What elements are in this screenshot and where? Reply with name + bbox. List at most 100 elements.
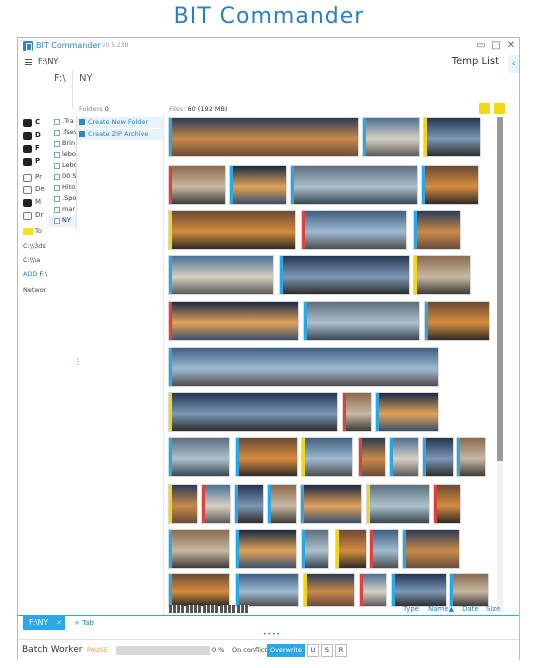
scrollbar-thumb[interactable] (497, 117, 503, 461)
list-item[interactable]: NY (49, 216, 76, 227)
photo-thumbnail[interactable] (375, 392, 439, 432)
sort-size[interactable]: Size (486, 605, 500, 613)
photo-thumbnail[interactable] (389, 437, 419, 477)
photo-thumbnail[interactable] (423, 117, 481, 157)
gallery-scrollbar[interactable] (497, 117, 503, 609)
list-item[interactable]: mar (49, 205, 76, 216)
add-tab-button[interactable]: + Tab (74, 619, 94, 627)
photo-thumbnail[interactable] (424, 301, 490, 341)
beta-label[interactable]: To (35, 227, 42, 235)
photo-thumbnail[interactable] (362, 117, 420, 157)
title-bar[interactable]: BIT Commander v0.5.238 ▭ □ ✕ (18, 38, 519, 55)
photo-thumbnail[interactable] (358, 437, 386, 477)
view-thumbs-icon[interactable] (220, 605, 235, 613)
photo-thumbnail[interactable] (168, 301, 299, 341)
pause-button[interactable]: PAUSE (87, 646, 108, 654)
photo-thumbnail[interactable] (168, 255, 274, 295)
view-gallery-icon[interactable] (237, 605, 249, 613)
temp-list-label[interactable]: Temp List (452, 56, 499, 67)
list-item[interactable]: .Tra (49, 117, 76, 128)
create-zip-button[interactable]: Create ZIP Archive (77, 129, 163, 140)
photo-thumbnail[interactable] (234, 484, 264, 524)
recent-path[interactable]: C:\\\a (23, 256, 40, 264)
network-label[interactable]: Networ (23, 286, 46, 294)
photo-thumbnail[interactable] (235, 437, 298, 477)
list-item[interactable]: .Spo (49, 194, 76, 205)
photo-thumbnail[interactable] (433, 484, 461, 524)
conflict-r-button[interactable]: R (335, 644, 347, 657)
list-item[interactable]: Brin (49, 139, 76, 150)
breadcrumb-drive[interactable]: F:\ (54, 73, 66, 84)
photo-thumbnail[interactable] (300, 484, 362, 524)
drive-label: Dr (35, 211, 44, 219)
breadcrumb-folder[interactable]: NY (79, 73, 93, 84)
collapse-right-icon[interactable]: ‹ (508, 55, 519, 73)
photo-thumbnail[interactable] (369, 529, 399, 569)
photo-thumbnail[interactable] (168, 347, 439, 387)
photo-thumbnail[interactable] (422, 437, 454, 477)
maximize-icon[interactable]: □ (489, 39, 503, 53)
photo-thumbnail[interactable] (201, 484, 231, 524)
photo-thumbnail[interactable] (168, 437, 230, 477)
photo-thumbnail[interactable] (235, 573, 299, 607)
file-type-stripe (169, 530, 172, 568)
photo-thumbnail[interactable] (301, 529, 329, 569)
photo-thumbnail[interactable] (391, 573, 447, 607)
photo-thumbnail[interactable] (168, 117, 359, 157)
photo-thumbnail[interactable] (413, 210, 461, 250)
photo-thumbnail[interactable] (168, 165, 226, 205)
view-details-icon[interactable] (169, 605, 184, 613)
photo-thumbnail[interactable] (359, 573, 387, 607)
photo-thumbnail[interactable] (168, 392, 338, 432)
list-item[interactable]: Hito (49, 183, 76, 194)
list-item[interactable]: Lebo (49, 161, 76, 172)
sort-type[interactable]: Type (403, 605, 419, 613)
photo-thumbnail[interactable] (301, 210, 407, 250)
sort-date[interactable]: Date (462, 605, 479, 613)
drag-handle-icon[interactable]: •••• (263, 631, 281, 638)
photo-thumbnail[interactable] (267, 484, 297, 524)
list-item[interactable]: .fsev (49, 128, 76, 139)
add-location[interactable]: ADD F:\ (23, 270, 47, 278)
restore-icon[interactable]: ▭ (474, 39, 488, 53)
photo-thumbnail[interactable] (168, 484, 198, 524)
photo-thumbnail[interactable] (279, 255, 410, 295)
photo-thumbnail[interactable] (366, 484, 430, 524)
photo-thumbnail[interactable] (449, 573, 489, 607)
tab-f-ny[interactable]: F:\NY ✕ (23, 616, 65, 630)
recent-path[interactable]: C:\\3ds (23, 242, 46, 250)
photo-thumbnail[interactable] (290, 165, 418, 205)
list-item[interactable]: lebo (49, 150, 76, 161)
resize-handle-icon[interactable]: ⋮ (74, 358, 82, 366)
photo-thumbnail[interactable] (342, 392, 372, 432)
menu-icon[interactable] (25, 59, 32, 65)
photo-thumbnail[interactable] (456, 437, 486, 477)
photo-thumbnail[interactable] (421, 165, 479, 205)
photo-thumbnail[interactable] (303, 573, 355, 607)
batch-progress-bar (116, 646, 210, 655)
view-list-icon[interactable] (186, 605, 201, 613)
photo-thumbnail[interactable] (335, 529, 367, 569)
create-folder-button[interactable]: Create New Folder (77, 117, 163, 128)
add-label[interactable]: ADD (23, 270, 37, 278)
add-icon[interactable] (494, 103, 505, 114)
photo-thumbnail[interactable] (235, 529, 297, 569)
photo-thumbnail[interactable] (413, 255, 471, 295)
tile-view-icon[interactable] (479, 103, 490, 114)
photo-thumbnail[interactable] (303, 301, 420, 341)
photo-thumbnail[interactable] (168, 210, 296, 250)
list-item[interactable]: 00 S (49, 172, 76, 183)
photo-thumbnail[interactable] (168, 573, 230, 607)
photo-thumbnail[interactable] (229, 165, 287, 205)
conflict-s-button[interactable]: S (321, 644, 333, 657)
conflict-u-button[interactable]: U (307, 644, 319, 657)
photo-thumbnail[interactable] (402, 529, 460, 569)
photo-thumbnail[interactable] (301, 437, 353, 477)
overwrite-button[interactable]: Overwrite (267, 644, 305, 657)
photo-thumbnail[interactable] (168, 529, 230, 569)
close-tab-icon[interactable]: ✕ (56, 616, 62, 630)
sort-name[interactable]: Name▲ (428, 605, 454, 613)
current-path[interactable]: F:\NY (38, 57, 58, 66)
close-icon[interactable]: ✕ (504, 39, 518, 53)
view-tiles-icon[interactable] (203, 605, 218, 613)
